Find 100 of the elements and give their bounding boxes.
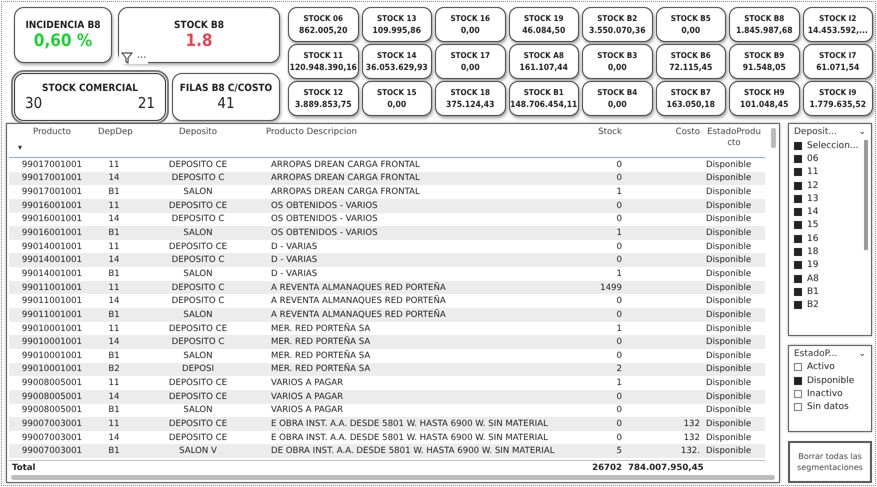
checkbox[interactable] <box>794 261 802 270</box>
stock-value: 61.071,54 <box>816 62 860 72</box>
slicer-item[interactable]: 16 <box>807 234 818 244</box>
column-header[interactable]: Producto Descripcion <box>263 127 575 137</box>
column-header[interactable]: Costo <box>625 127 703 137</box>
table-cell-text: VARIOS A PAGAR <box>270 405 344 416</box>
stock-title: STOCK B7 <box>670 88 711 96</box>
chevron-icon[interactable]: ⌄ <box>858 348 866 359</box>
table-cell-text: DEPOSITO CE <box>168 432 228 443</box>
stock-title: STOCK B9 <box>744 50 784 60</box>
checkbox[interactable] <box>794 168 802 176</box>
checkbox[interactable] <box>794 154 802 163</box>
kpi-value: 41 <box>216 94 236 112</box>
table-cell-text: DEPOSITO CE <box>168 378 228 388</box>
stock-title: STOCK I7 <box>819 50 856 60</box>
scrollbar[interactable] <box>11 475 775 480</box>
column-header[interactable]: Producto <box>9 127 95 137</box>
table-cell-text: 5 <box>616 446 623 456</box>
slicer-item[interactable]: 11 <box>807 167 818 178</box>
slicer-item[interactable]: Sin datos <box>807 402 849 412</box>
table-cell-text: 132. <box>680 446 701 456</box>
column-header[interactable]: EstadoProducto <box>703 127 765 149</box>
table-cell-text: 1 <box>616 268 623 279</box>
table-cell-text: B1 <box>107 187 121 198</box>
scrollbar[interactable] <box>771 128 776 148</box>
slicer-item[interactable]: Seleccion... <box>807 140 858 151</box>
filter-icon[interactable] <box>121 52 133 64</box>
slicer-item[interactable]: Activo <box>807 362 835 372</box>
stock-title: STOCK I2 <box>819 14 856 22</box>
table-cell-text: 99010001001 <box>20 350 84 361</box>
table-cell-text: 99011001001 <box>20 282 84 293</box>
table-cell-text: DEPOSITO C <box>170 337 226 348</box>
stock-value: 109.995,86 <box>372 26 421 36</box>
table-cell-text: 0 <box>616 200 623 211</box>
table-cell-text: 0 <box>616 418 623 429</box>
checkbox[interactable] <box>794 376 802 385</box>
slicer-item[interactable]: 18 <box>807 247 818 258</box>
stock-value: 375.124,43 <box>446 100 494 110</box>
column-header[interactable]: Deposito <box>133 127 263 137</box>
table-cell-text: Disponible <box>705 282 752 293</box>
checkbox[interactable] <box>794 288 802 296</box>
table-cell-text: Disponible <box>705 364 752 374</box>
table-cell-text: Disponible <box>705 255 752 266</box>
slicer-item[interactable]: 19 <box>807 260 818 270</box>
checkbox[interactable] <box>794 194 802 203</box>
table-cell-text: Disponible <box>705 173 752 184</box>
stock-title: STOCK B1 <box>524 88 564 96</box>
table-cell-text: Disponible <box>705 228 752 238</box>
stock-title: STOCK 16 <box>450 14 490 22</box>
checkbox[interactable] <box>794 248 802 256</box>
slicer-item[interactable]: B2 <box>807 300 819 310</box>
table-cell-text: 99007003001 <box>20 418 84 429</box>
table-cell-text: 99010001001 <box>20 337 84 348</box>
table-cell-text: DEPOSITO CE <box>168 418 228 429</box>
column-header[interactable]: Stock <box>575 127 625 137</box>
column-header[interactable]: DepDep <box>95 127 133 137</box>
table-cell-text: 99017001001 <box>20 187 84 198</box>
slicer-item[interactable]: 13 <box>807 194 818 204</box>
slicer-item[interactable]: Disponible <box>807 376 854 386</box>
slicer-item[interactable]: Inactivo <box>807 388 843 399</box>
stock-value: 1.845.987,68 <box>736 26 793 36</box>
stock-value: 0,00 <box>460 62 480 72</box>
table-cell-text: 99014001001 <box>20 255 84 266</box>
table-cell-text: Disponible <box>705 268 752 279</box>
table-cell-text: SALON V <box>178 446 218 456</box>
slicer-item[interactable]: 06 <box>807 154 818 164</box>
table-cell-text: A REVENTA ALMANAQUES RED PORTEÑA <box>270 282 447 293</box>
checkbox[interactable] <box>794 301 802 310</box>
checkbox[interactable] <box>794 363 802 372</box>
checkbox[interactable] <box>794 390 802 398</box>
total-label: Total <box>11 462 36 473</box>
scrollbar[interactable] <box>864 140 868 250</box>
table-cell-text: 0 <box>616 160 623 170</box>
checkbox[interactable] <box>794 208 802 216</box>
chevron-icon[interactable]: ⌄ <box>858 127 866 137</box>
checkbox[interactable] <box>794 221 802 230</box>
stock-value: 3.550.070,36 <box>588 26 646 36</box>
table-cell-text: MER. RED PORTEÑA SA <box>270 350 372 361</box>
table-cell-text: Disponible <box>705 214 752 224</box>
kpi-value: 30 <box>25 94 42 112</box>
slicer-item[interactable]: 15 <box>807 220 818 230</box>
slicer-item[interactable]: A8 <box>807 274 819 284</box>
table-cell-text: 11 <box>108 282 120 293</box>
checkbox[interactable] <box>794 182 802 190</box>
slicer-item[interactable]: 12 <box>807 180 818 191</box>
slicer-item[interactable]: B1 <box>807 286 819 297</box>
stock-title: STOCK 18 <box>450 88 490 96</box>
checkbox[interactable] <box>794 234 802 243</box>
sort-icon[interactable]: ▾ <box>15 143 26 152</box>
slicer-item[interactable]: 14 <box>807 207 818 218</box>
table-cell-text: 11 <box>108 418 120 429</box>
table-cell-text: DEPOSITO CE <box>168 392 228 402</box>
stock-title: STOCK B4 <box>597 88 638 96</box>
table-cell-text: OS OBTENIDOS - VARIOS <box>270 228 379 238</box>
clear-filters-button[interactable]: Borrar todas las segmentaciones <box>788 441 872 483</box>
checkbox[interactable] <box>794 403 802 412</box>
stock-title: STOCK I9 <box>819 88 856 96</box>
checkbox[interactable] <box>794 142 802 150</box>
table-cell-text: 0 <box>616 296 623 306</box>
checkbox[interactable] <box>794 274 802 283</box>
